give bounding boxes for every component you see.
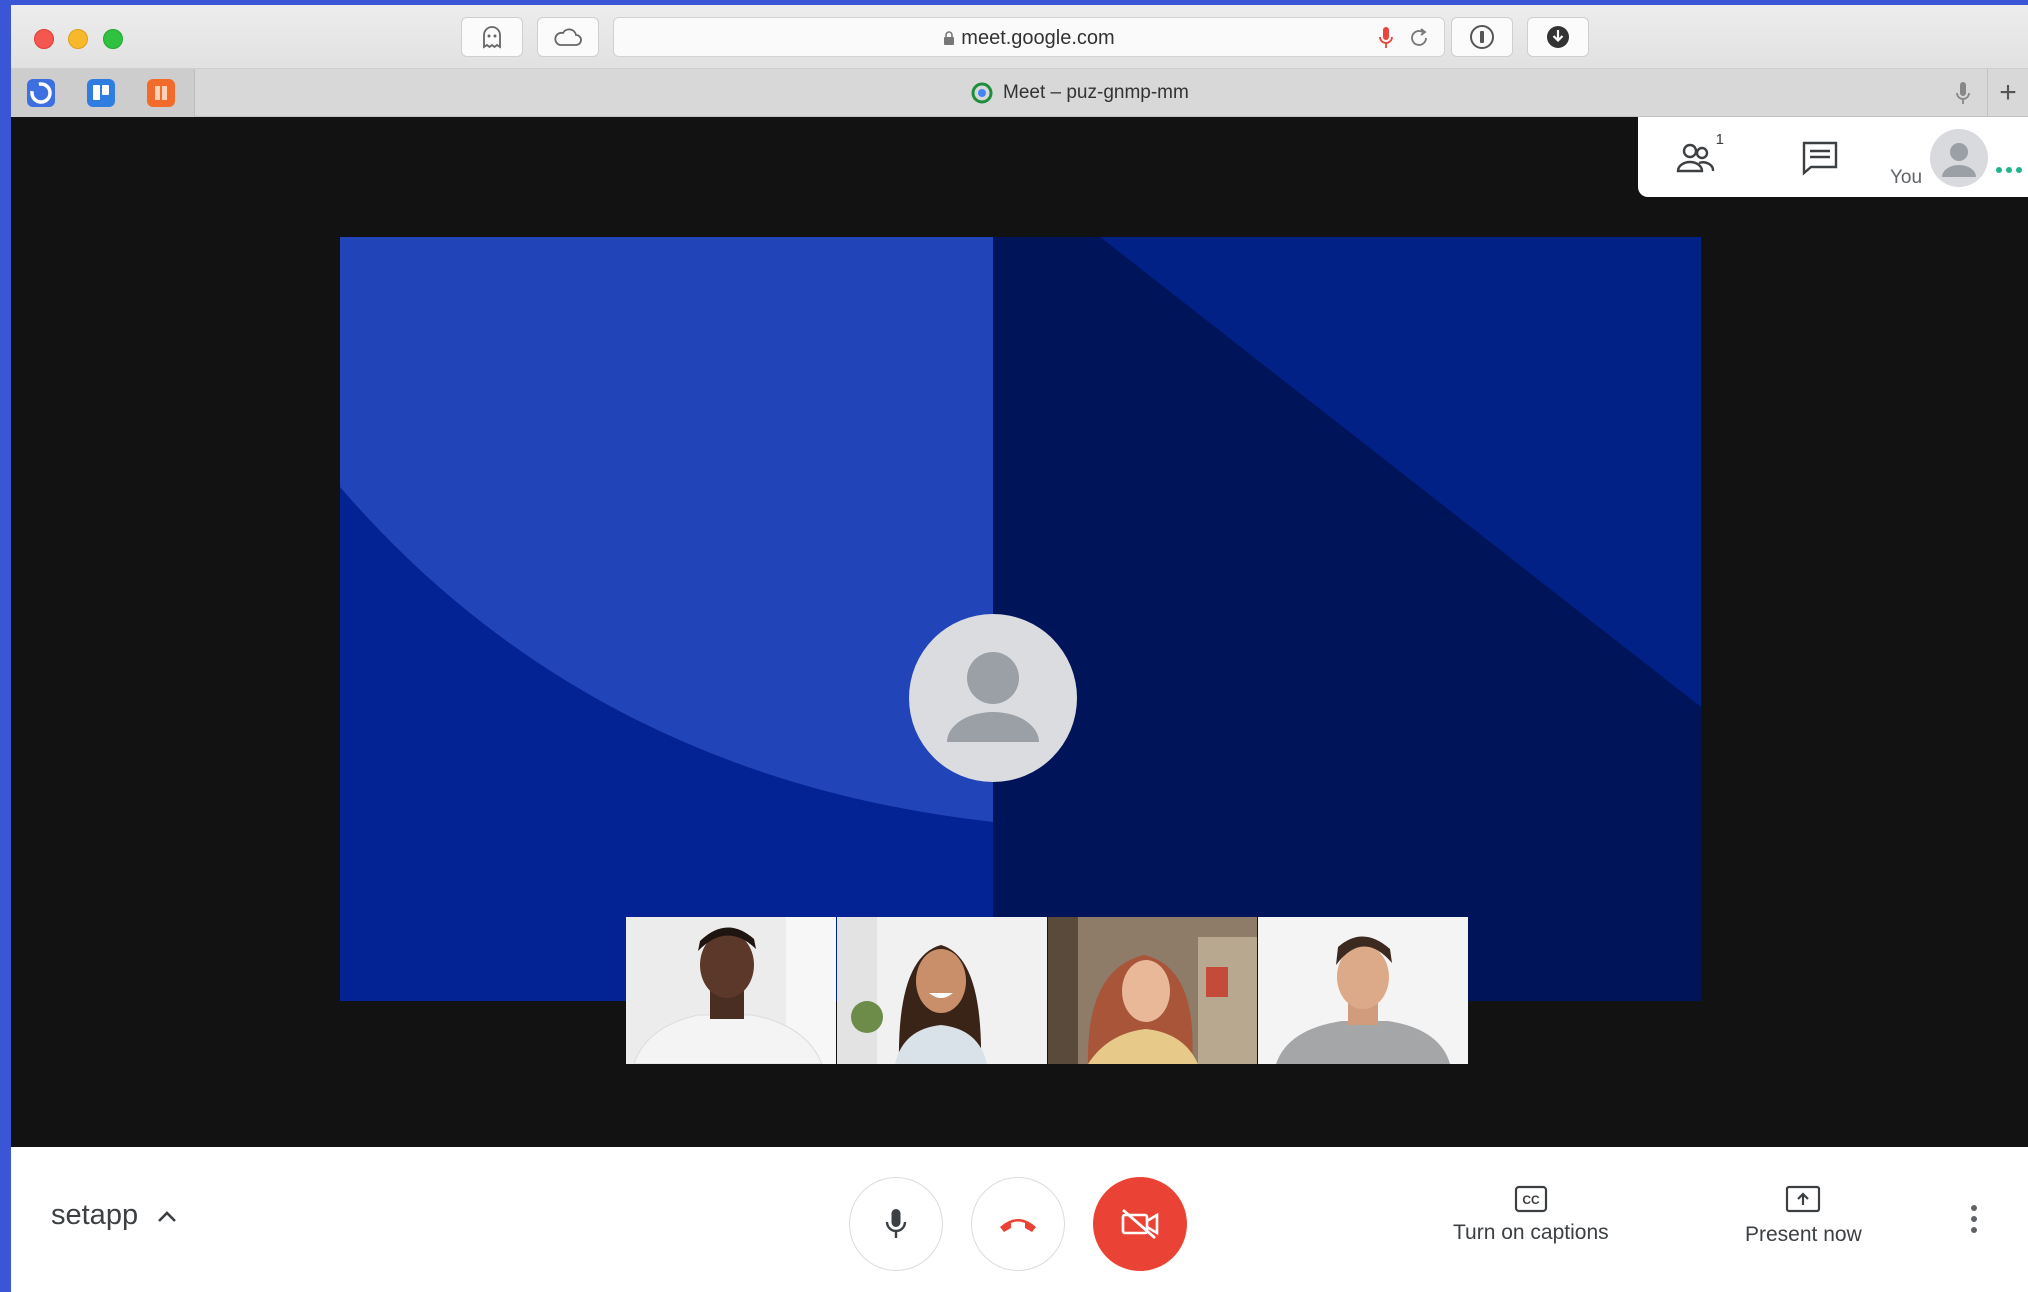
- pinned-tab-3[interactable]: [147, 79, 175, 107]
- ghostery-button[interactable]: [461, 17, 523, 57]
- microphone-in-use-icon[interactable]: [1378, 26, 1394, 50]
- participants-button[interactable]: 1: [1674, 131, 1724, 179]
- trello-icon: [93, 85, 109, 100]
- downloads-button[interactable]: [1527, 17, 1589, 57]
- present-label: Present now: [1745, 1223, 1862, 1246]
- participant-thumbnail-1[interactable]: [626, 917, 836, 1064]
- password-manager-button[interactable]: [1451, 17, 1513, 57]
- ghost-icon: [483, 26, 501, 49]
- person-icon: [947, 652, 1039, 742]
- microphone-button[interactable]: [849, 1177, 943, 1271]
- participant-thumbnail-2[interactable]: [836, 917, 1047, 1064]
- onepassword-icon: [1470, 25, 1494, 49]
- end-call-button[interactable]: [971, 1177, 1065, 1271]
- meeting-stage: 1 You: [11, 117, 2028, 1147]
- tab-title-text: Meet – puz-gnmp-mm: [1003, 82, 1189, 103]
- pinned-tab-trello[interactable]: [87, 79, 115, 107]
- self-label: You: [1890, 167, 1923, 188]
- present-screen-icon: [1786, 1185, 1821, 1213]
- meeting-top-panel: 1 You: [1638, 117, 2028, 197]
- participant-thumbnails: [626, 917, 1468, 1064]
- captions-label: Turn on captions: [1453, 1221, 1609, 1244]
- cloud-icon: [554, 28, 582, 46]
- self-avatar[interactable]: [1930, 129, 1988, 187]
- cloud-button[interactable]: [537, 17, 599, 57]
- reload-icon[interactable]: [1408, 26, 1430, 50]
- participant-thumbnail-3[interactable]: [1047, 917, 1258, 1064]
- app-logo-icon: [30, 82, 52, 104]
- svg-text:CC: CC: [1522, 1193, 1540, 1207]
- hang-up-icon: [1000, 1219, 1036, 1232]
- more-vert-icon: [1971, 1205, 1977, 1211]
- participant-thumbnail-4[interactable]: [1258, 917, 1468, 1064]
- meet-favicon-icon: [971, 82, 993, 104]
- camera-off-icon: [1121, 1208, 1159, 1240]
- app-grid-icon: [155, 86, 167, 100]
- chat-icon: [1802, 141, 1838, 176]
- pinned-tab-1[interactable]: [27, 79, 55, 107]
- meeting-name: setapp: [51, 1199, 139, 1231]
- captions-button[interactable]: CC Turn on captions: [1453, 1185, 1609, 1245]
- tab-microphone-icon[interactable]: [1955, 80, 1971, 106]
- close-window-button[interactable]: [34, 29, 54, 49]
- url-text: meet.google.com: [961, 27, 1115, 49]
- more-options-button[interactable]: [1971, 1205, 1977, 1233]
- chat-button[interactable]: [1796, 137, 1844, 179]
- participants-count: 1: [1715, 131, 1724, 148]
- address-bar[interactable]: meet.google.com: [613, 17, 1445, 57]
- download-icon: [1547, 26, 1569, 48]
- meeting-details-button[interactable]: setapp: [51, 1199, 178, 1232]
- chevron-up-icon: [158, 1210, 176, 1222]
- microphone-icon: [885, 1209, 907, 1238]
- browser-toolbar: meet.google.com: [11, 5, 2028, 69]
- lock-icon: [944, 31, 955, 45]
- person-icon: [1942, 143, 1976, 177]
- meeting-controls-bar: setapp CC Turn on captions Present now: [11, 1147, 2028, 1292]
- participant-avatar: [909, 614, 1077, 782]
- plus-icon: +: [1999, 76, 2017, 109]
- minimize-window-button[interactable]: [68, 29, 88, 49]
- tab-bar: Meet – puz-gnmp-mm +: [11, 69, 2028, 117]
- present-now-button[interactable]: Present now: [1745, 1185, 1862, 1247]
- closed-captions-icon: CC: [1514, 1185, 1547, 1213]
- camera-toggle-button[interactable]: [1093, 1177, 1187, 1271]
- new-tab-button[interactable]: +: [1987, 69, 2028, 117]
- zoom-window-button[interactable]: [103, 29, 123, 49]
- speaking-indicator: [1996, 167, 2022, 173]
- people-icon: [1676, 143, 1715, 173]
- browser-window: meet.google.com Meet – puz-gnmp-mm + 1 Y…: [11, 5, 2028, 1292]
- active-tab[interactable]: Meet – puz-gnmp-mm: [971, 69, 1189, 117]
